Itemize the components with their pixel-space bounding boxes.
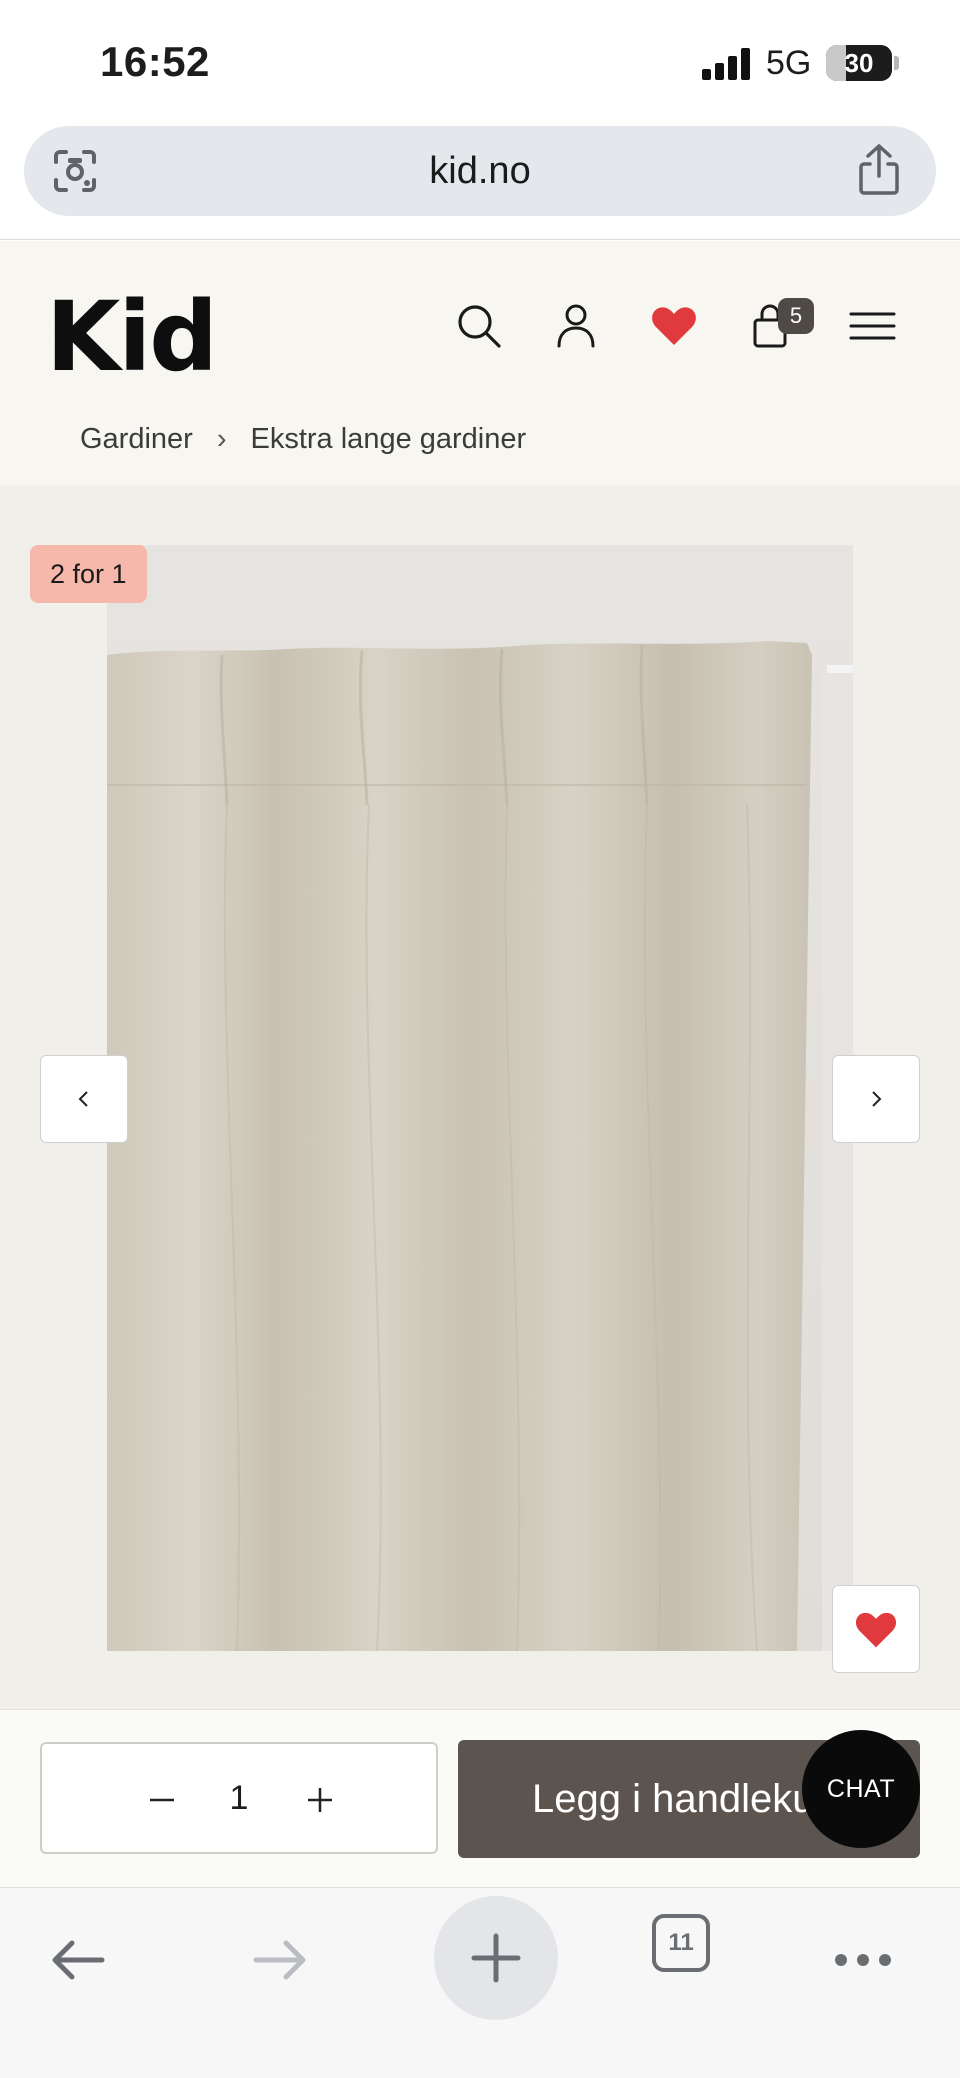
network-label: 5G: [766, 44, 812, 82]
browser-toolbar: 11: [0, 1887, 960, 2078]
add-to-cart-label: Legg i handlekurv: [532, 1777, 848, 1821]
wishlist-heart-icon[interactable]: [649, 301, 699, 351]
add-to-wishlist-button[interactable]: [832, 1585, 920, 1673]
signal-icon: [702, 48, 750, 80]
status-time: 16:52: [100, 38, 210, 85]
browser-url-area: kid.no: [0, 120, 960, 240]
breadcrumb-link-gardiner[interactable]: Gardiner: [80, 423, 193, 455]
product-image[interactable]: [107, 545, 853, 1651]
arrow-right-icon: [253, 1940, 306, 1980]
product-gallery: 2 for 1: [0, 485, 960, 1709]
chevron-right-icon: ›: [216, 423, 227, 455]
purchase-bar: 1 Legg i handlekurv CHAT: [0, 1709, 960, 1887]
battery-level: 30: [844, 48, 874, 78]
site-header: Kid 5 Gardiner › Ekstra lange gardiner: [0, 241, 960, 485]
breadcrumb-current[interactable]: Ekstra lange gardiner: [251, 423, 527, 455]
promo-badge: 2 for 1: [30, 545, 147, 603]
quantity-value[interactable]: 1: [42, 1744, 436, 1852]
more-menu-button[interactable]: [813, 1910, 913, 2010]
gallery-prev-button[interactable]: [40, 1055, 128, 1143]
share-icon[interactable]: [854, 142, 904, 198]
more-dots-icon: [835, 1954, 891, 1966]
back-button[interactable]: [28, 1910, 128, 2010]
battery-tip: [894, 56, 899, 70]
gallery-next-button[interactable]: [832, 1055, 920, 1143]
breadcrumb: Gardiner › Ekstra lange gardiner: [80, 423, 526, 456]
chat-button[interactable]: CHAT: [802, 1730, 920, 1848]
heart-icon: [855, 1612, 897, 1648]
new-tab-button[interactable]: [434, 1896, 558, 2020]
cart-count-badge: 5: [778, 298, 814, 334]
tab-switcher-button[interactable]: 11: [652, 1914, 710, 1972]
search-icon[interactable]: [454, 301, 504, 351]
plus-icon: [471, 1933, 521, 1983]
decrease-quantity-button[interactable]: [134, 1772, 190, 1828]
arrow-left-icon: [52, 1940, 105, 1980]
menu-icon[interactable]: [848, 301, 898, 351]
page: 16:52 5G 30 kid.no Kid 5 Gardiner › Ekst…: [0, 0, 960, 2078]
status-bar: 16:52 5G 30: [0, 0, 960, 120]
minus-icon: [150, 1798, 174, 1802]
curtain-product-photo: [107, 545, 853, 1651]
battery-icon: 30: [826, 45, 892, 81]
increase-quantity-button[interactable]: [292, 1772, 348, 1828]
chevron-right-icon: [872, 1091, 882, 1107]
forward-button[interactable]: [230, 1910, 330, 2010]
address-bar[interactable]: kid.no: [24, 126, 936, 216]
site-logo[interactable]: Kid: [46, 281, 218, 393]
url-text: kid.no: [429, 150, 531, 192]
account-icon[interactable]: [551, 301, 601, 351]
quantity-stepper: 1: [40, 1742, 438, 1854]
chevron-left-icon: [78, 1091, 88, 1107]
plus-icon: [308, 1788, 332, 1812]
